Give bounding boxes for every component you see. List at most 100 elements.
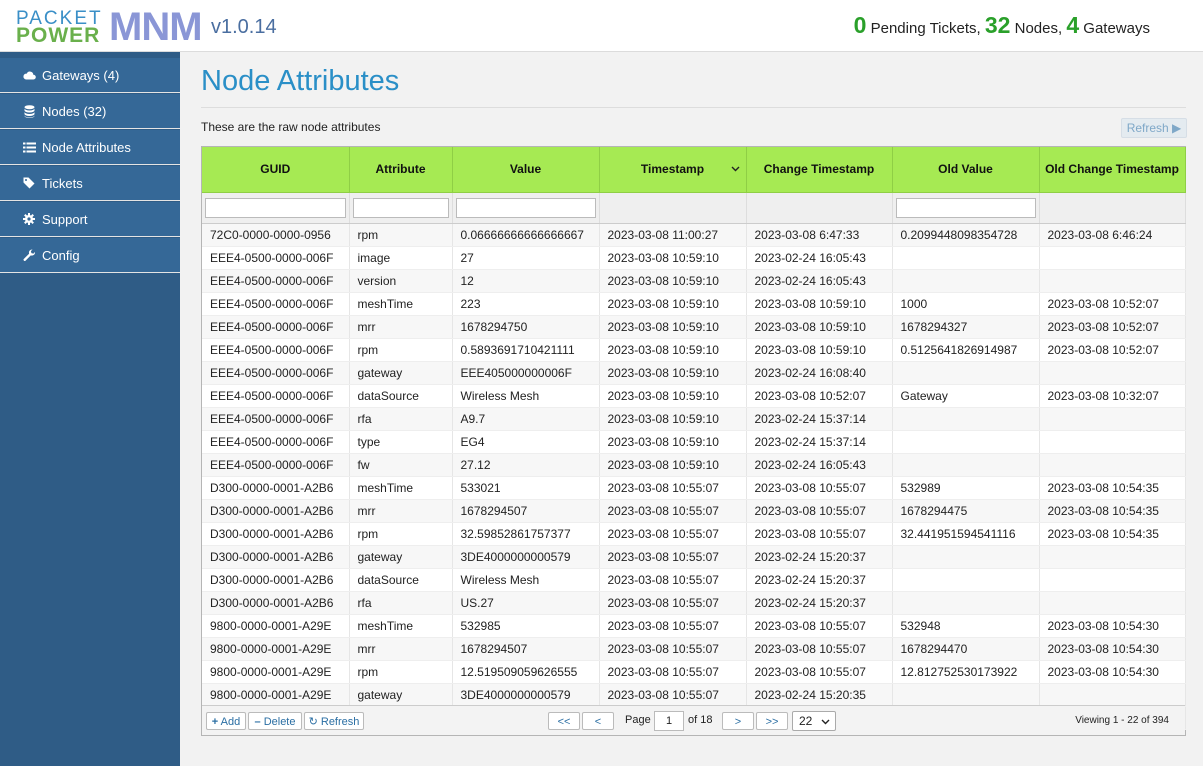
table-row[interactable]: EEE4-0500-0000-006F fw 27.12 2023-03-08 10:… [202,453,1186,477]
old-value-cell: 532948 [892,614,1040,638]
summary-stats: 0 Pending Tickets, 32 Nodes, 4 Gateways [854,12,1150,39]
table-row[interactable]: EEE4-0500-0000-006F gateway EEE40500000000… [202,361,1186,385]
attribute-cell: image [349,246,453,270]
value-cell: 532985 [452,614,600,638]
table-row[interactable]: 9800-0000-0001-A29E mrr 1678294507 2023-03-… [202,637,1186,661]
pending-tickets-count[interactable]: 0 [854,12,867,38]
refresh-button[interactable]: Refresh ▶ [1121,118,1187,138]
previous-page-button[interactable]: < [582,712,614,730]
guid-filter-input[interactable] [205,197,346,218]
table-row[interactable]: 9800-0000-0001-A29E meshTime 532985 2023-03… [202,614,1186,638]
column-header-value[interactable]: Value [452,147,600,193]
packet-power-logo[interactable]: PACKET POWER MNM [16,7,203,47]
gateways-count[interactable]: 4 [1066,12,1079,38]
table-row[interactable]: D300-0000-0001-A2B6 gateway 3DE40000000005… [202,545,1186,569]
sidebar-item-label: Node Attributes [42,139,131,155]
value-filter-input[interactable] [455,197,596,218]
table-row[interactable]: EEE4-0500-0000-006F version 12 2023-03-08 1… [202,269,1186,293]
old-change-timestamp-cell [1039,591,1186,615]
pending-tickets-label: Pending Tickets, [866,20,985,37]
table-row[interactable]: 9800-0000-0001-A29E rpm 12.519509059626555… [202,660,1186,684]
first-page-button[interactable]: << [548,712,580,730]
attribute-filter-input[interactable] [352,197,449,218]
sidebar-item-nodes[interactable]: Nodes (32) [0,94,180,129]
table-row[interactable]: EEE4-0500-0000-006F type EG4 2023-03-08 10:… [202,430,1186,454]
attribute-cell: gateway [349,683,453,707]
timestamp-cell: 2023-03-08 10:55:07 [599,591,747,615]
guid-cell: D300-0000-0001-A2B6 [202,522,350,546]
old-value-cell: 0.2099448098354728 [892,223,1040,247]
timestamp-cell: 2023-03-08 11:00:27 [599,223,747,247]
old-value-cell [892,407,1040,431]
column-header-old-value[interactable]: Old Value [892,147,1040,193]
sort-descending-icon [731,163,740,175]
column-header-guid[interactable]: GUID [202,147,350,193]
value-cell: EEE405000000006F [452,361,600,385]
column-header-change-timestamp[interactable]: Change Timestamp [746,147,893,193]
timestamp-cell: 2023-03-08 10:59:10 [599,315,747,339]
guid-cell: EEE4-0500-0000-006F [202,315,350,339]
sidebar-item-support[interactable]: Support [0,202,180,237]
timestamp-cell: 2023-03-08 10:59:10 [599,338,747,362]
rows-per-page-select[interactable]: 22 [792,711,836,731]
value-cell: 1678294507 [452,637,600,661]
sidebar-item-node-attributes[interactable]: Node Attributes [0,130,180,165]
change-timestamp-cell: 2023-02-24 15:20:37 [746,568,893,592]
chevron-down-icon [821,712,830,730]
timestamp-cell: 2023-03-08 10:55:07 [599,499,747,523]
old-change-timestamp-cell: 2023-03-08 10:54:30 [1039,614,1186,638]
value-cell: 12 [452,269,600,293]
attribute-cell: type [349,430,453,454]
guid-cell: 9800-0000-0001-A29E [202,660,350,684]
table-row[interactable]: 9800-0000-0001-A29E gateway 3DE40000000005… [202,683,1186,707]
column-header-attribute[interactable]: Attribute [349,147,453,193]
table-row[interactable]: EEE4-0500-0000-006F rfa A9.7 2023-03-08 10:… [202,407,1186,431]
delete-button[interactable]: – Delete [248,712,302,730]
table-row[interactable]: EEE4-0500-0000-006F meshTime 223 2023-03-08… [202,292,1186,316]
filter-cell [599,192,747,224]
old-value-cell [892,453,1040,477]
table-row[interactable]: D300-0000-0001-A2B6 mrr 1678294507 2023-03-… [202,499,1186,523]
table-row[interactable]: 72C0-0000-0000-0956 rpm 0.0666666666666666… [202,223,1186,247]
delete-button-label: Delete [263,716,296,728]
table-row[interactable]: D300-0000-0001-A2B6 dataSource Wireless Me… [202,568,1186,592]
change-timestamp-cell: 2023-02-24 15:20:37 [746,545,893,569]
guid-cell: 9800-0000-0001-A29E [202,637,350,661]
table-row[interactable]: EEE4-0500-0000-006F image 27 2023-03-08 10:… [202,246,1186,270]
minus-icon: – [254,716,261,728]
guid-cell: D300-0000-0001-A2B6 [202,568,350,592]
nodes-count[interactable]: 32 [985,12,1011,38]
column-header-timestamp[interactable]: Timestamp [599,147,747,193]
table-row[interactable]: EEE4-0500-0000-006F rpm 0.5893691710421111… [202,338,1186,362]
filter-cell [452,192,600,224]
change-timestamp-cell: 2023-03-08 10:55:07 [746,637,893,661]
node-attributes-grid: GUID Attribute Value Timestamp Change Ti… [201,146,1186,736]
attribute-cell: meshTime [349,614,453,638]
sidebar-item-tickets[interactable]: Tickets [0,166,180,201]
grid-refresh-button[interactable]: ↻ Refresh [304,712,364,730]
add-button[interactable]: + Add [206,712,246,730]
old-value-filter-input[interactable] [895,197,1036,218]
table-row[interactable]: D300-0000-0001-A2B6 rfa US.27 2023-03-08 10… [202,591,1186,615]
old-value-cell: 0.5125641826914987 [892,338,1040,362]
next-page-button[interactable]: > [722,712,754,730]
sidebar-item-gateways[interactable]: Gateways (4) [0,58,180,93]
attribute-cell: rfa [349,407,453,431]
column-header-old-change-timestamp[interactable]: Old Change Timestamp [1039,147,1186,193]
table-row[interactable]: EEE4-0500-0000-006F dataSource Wireless Me… [202,384,1186,408]
old-value-cell: 1678294475 [892,499,1040,523]
value-cell: 0.5893691710421111 [452,338,600,362]
filter-cell [1039,192,1186,224]
page-number-input[interactable]: 1 [654,711,684,731]
table-row[interactable]: D300-0000-0001-A2B6 rpm 32.59852861757377 2… [202,522,1186,546]
old-change-timestamp-cell: 2023-03-08 10:54:35 [1039,522,1186,546]
old-value-cell [892,591,1040,615]
last-page-button[interactable]: >> [756,712,788,730]
timestamp-cell: 2023-03-08 10:59:10 [599,246,747,270]
attribute-cell: rfa [349,591,453,615]
table-row[interactable]: EEE4-0500-0000-006F mrr 1678294750 2023-03-… [202,315,1186,339]
table-row[interactable]: D300-0000-0001-A2B6 meshTime 533021 2023-03… [202,476,1186,500]
sidebar-item-config[interactable]: Config [0,238,180,273]
filter-cell [746,192,893,224]
guid-cell: EEE4-0500-0000-006F [202,269,350,293]
